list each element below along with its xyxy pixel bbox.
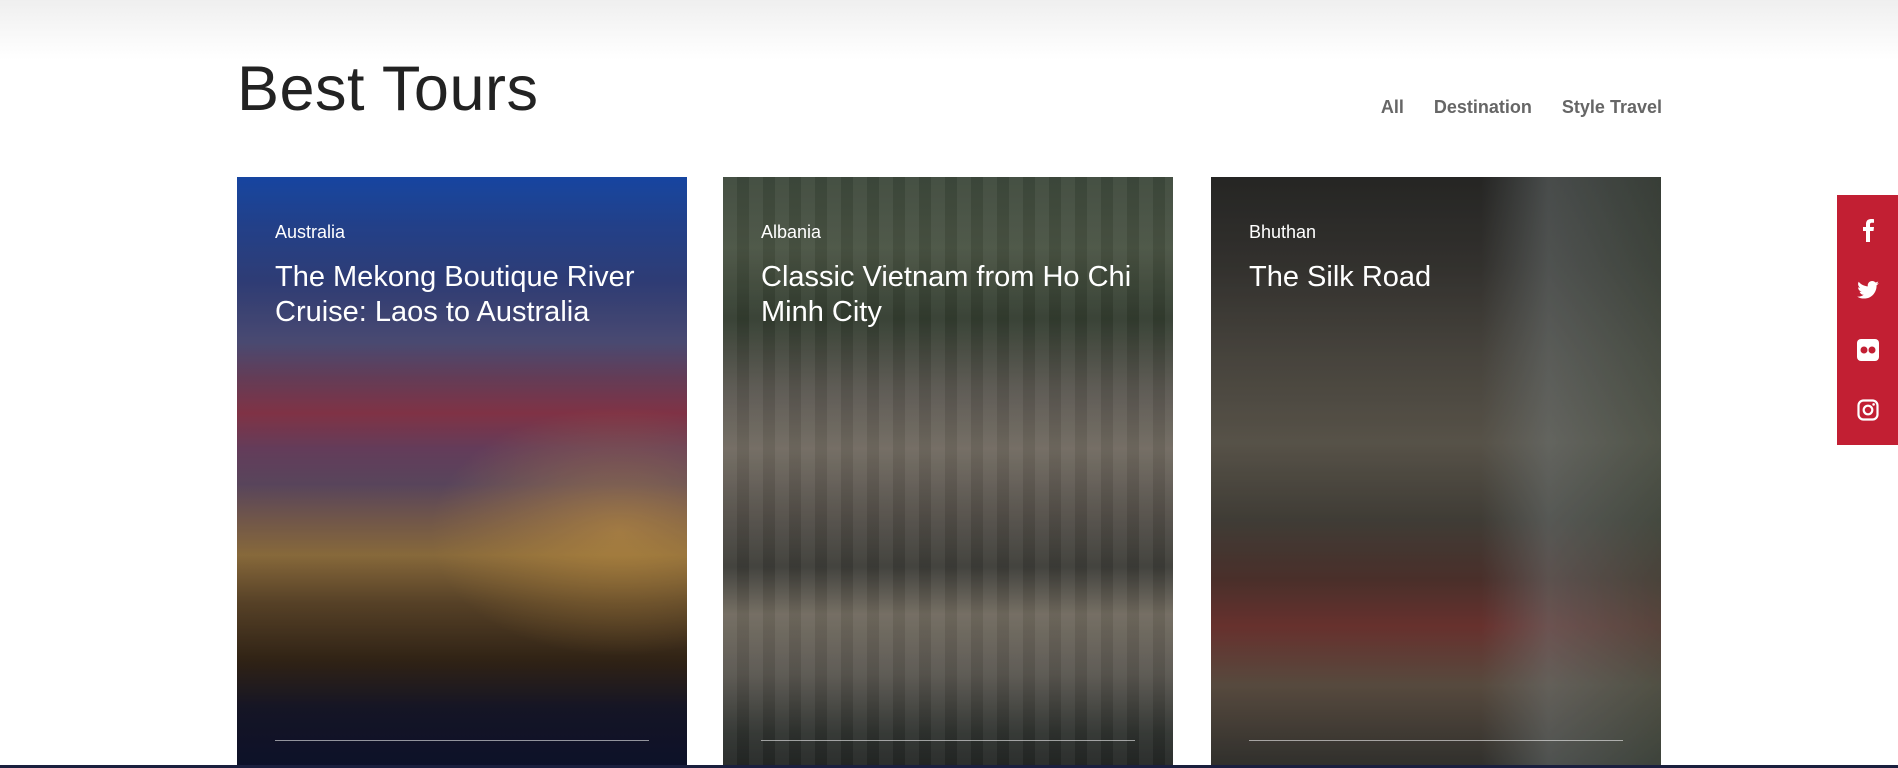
tour-card-divider	[761, 740, 1135, 741]
filter-tab-destination[interactable]: Destination	[1434, 97, 1532, 118]
filter-tab-all[interactable]: All	[1381, 97, 1404, 118]
tour-cards: Australia The Mekong Boutique River Crui…	[237, 177, 1662, 768]
filter-tabs: All Destination Style Travel	[1381, 97, 1662, 118]
facebook-link[interactable]	[1848, 210, 1888, 250]
social-share-bar	[1837, 195, 1898, 445]
tour-card[interactable]: Australia The Mekong Boutique River Crui…	[237, 177, 687, 768]
instagram-icon	[1856, 399, 1879, 421]
tour-card-location[interactable]: Albania	[761, 222, 821, 243]
instagram-link[interactable]	[1848, 390, 1888, 430]
tour-card-location[interactable]: Australia	[275, 222, 345, 243]
filter-tab-style-travel[interactable]: Style Travel	[1562, 97, 1662, 118]
tour-card-divider	[275, 740, 649, 741]
tour-card-title[interactable]: The Mekong Boutique River Cruise: Laos t…	[275, 260, 665, 331]
tour-card[interactable]: Albania Classic Vietnam from Ho Chi Minh…	[723, 177, 1173, 768]
best-tours-section: Best Tours All Destination Style Travel …	[237, 0, 1662, 768]
tour-card[interactable]: Bhuthan The Silk Road	[1211, 177, 1661, 768]
flickr-icon	[1856, 339, 1879, 361]
section-title: Best Tours	[237, 54, 539, 124]
tour-card-title[interactable]: The Silk Road	[1249, 260, 1639, 295]
flickr-link[interactable]	[1848, 330, 1888, 370]
tour-card-title[interactable]: Classic Vietnam from Ho Chi Minh City	[761, 260, 1151, 331]
twitter-link[interactable]	[1848, 270, 1888, 310]
tour-card-divider	[1249, 740, 1623, 741]
twitter-icon	[1856, 281, 1879, 299]
facebook-icon	[1862, 219, 1874, 242]
tour-card-location[interactable]: Bhuthan	[1249, 222, 1316, 243]
